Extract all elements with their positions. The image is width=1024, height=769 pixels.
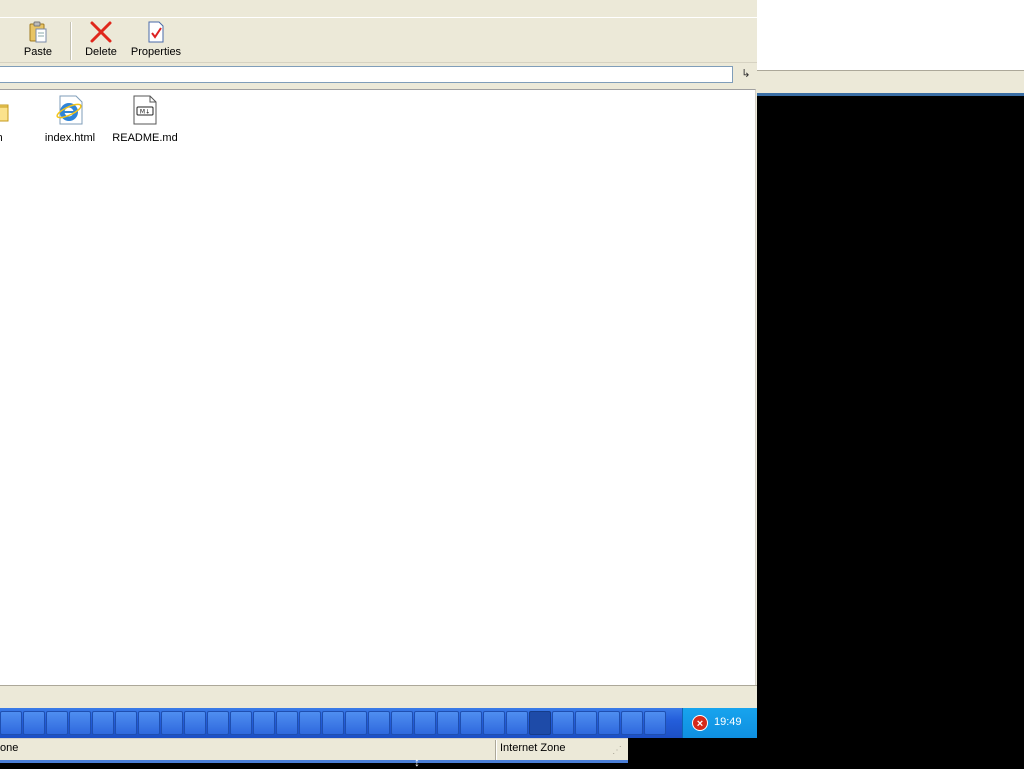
paste-button[interactable]: Paste [12, 18, 64, 62]
taskbar-button[interactable] [253, 711, 275, 735]
error-x-icon[interactable]: × [692, 715, 708, 731]
folder-icon [0, 104, 9, 122]
file-label: index.html [44, 132, 96, 144]
file-label: README.md [112, 132, 178, 144]
taskbar-button[interactable] [115, 711, 137, 735]
markdown-file-icon: M↓ [133, 95, 157, 125]
status-left-text: one [0, 742, 19, 754]
taskbar-button[interactable] [506, 711, 528, 735]
taskbar-button[interactable] [184, 711, 206, 735]
taskbar-button[interactable] [69, 711, 91, 735]
taskbar-button[interactable] [161, 711, 183, 735]
taskbar-button[interactable] [414, 711, 436, 735]
go-button[interactable]: ↳ [737, 65, 755, 84]
delete-button[interactable]: Delete [78, 18, 124, 62]
address-input[interactable] [0, 66, 733, 83]
taskbar-button[interactable] [276, 711, 298, 735]
go-arrow-icon: ↳ [741, 68, 751, 80]
taskbar-button[interactable] [299, 711, 321, 735]
window-bottom-border [0, 760, 628, 763]
taskbar-button[interactable] [322, 711, 344, 735]
taskbar-button[interactable] [575, 711, 597, 735]
svg-text:M↓: M↓ [140, 109, 150, 116]
taskbar-button[interactable] [138, 711, 160, 735]
mouse-cursor-icon: ↕ [414, 755, 420, 769]
internet-explorer-html-icon [56, 95, 83, 125]
taskbar-button[interactable] [552, 711, 574, 735]
status-zone: Internet Zone [500, 742, 566, 754]
taskbar-button[interactable] [92, 711, 114, 735]
properties-button[interactable]: Properties [128, 18, 184, 62]
taskbar-button[interactable] [46, 711, 68, 735]
file-view: em index.html M↓ README.md [0, 89, 756, 686]
properties-label: Properties [130, 46, 182, 58]
background-window-border [757, 93, 1024, 96]
paste-icon [29, 21, 47, 43]
taskbar-button[interactable] [437, 711, 459, 735]
taskbar-button[interactable] [207, 711, 229, 735]
taskbar-button[interactable] [391, 711, 413, 735]
taskbar-button[interactable] [345, 711, 367, 735]
taskbar-button[interactable] [644, 711, 666, 735]
taskbar-button[interactable] [460, 711, 482, 735]
taskbar-button[interactable] [621, 711, 643, 735]
background-window-white-area [757, 0, 1024, 70]
taskbar-button[interactable] [483, 711, 505, 735]
delete-icon [90, 21, 112, 43]
background-window-bar [757, 70, 1024, 94]
paste-label: Paste [23, 46, 53, 58]
taskbar-button[interactable] [598, 711, 620, 735]
taskbar-button[interactable] [529, 711, 551, 735]
taskbar-button[interactable] [0, 711, 22, 735]
taskbar-button[interactable] [230, 711, 252, 735]
resize-grip-icon[interactable]: ⋰ [612, 745, 626, 759]
delete-label: Delete [85, 46, 117, 58]
taskbar-button[interactable] [368, 711, 390, 735]
clock: 19:49 [714, 716, 742, 728]
window-bottom-strip [0, 685, 757, 708]
properties-icon [148, 21, 164, 43]
toolbar-separator [70, 22, 72, 60]
status-separator [495, 740, 497, 760]
taskbar-button[interactable] [23, 711, 45, 735]
